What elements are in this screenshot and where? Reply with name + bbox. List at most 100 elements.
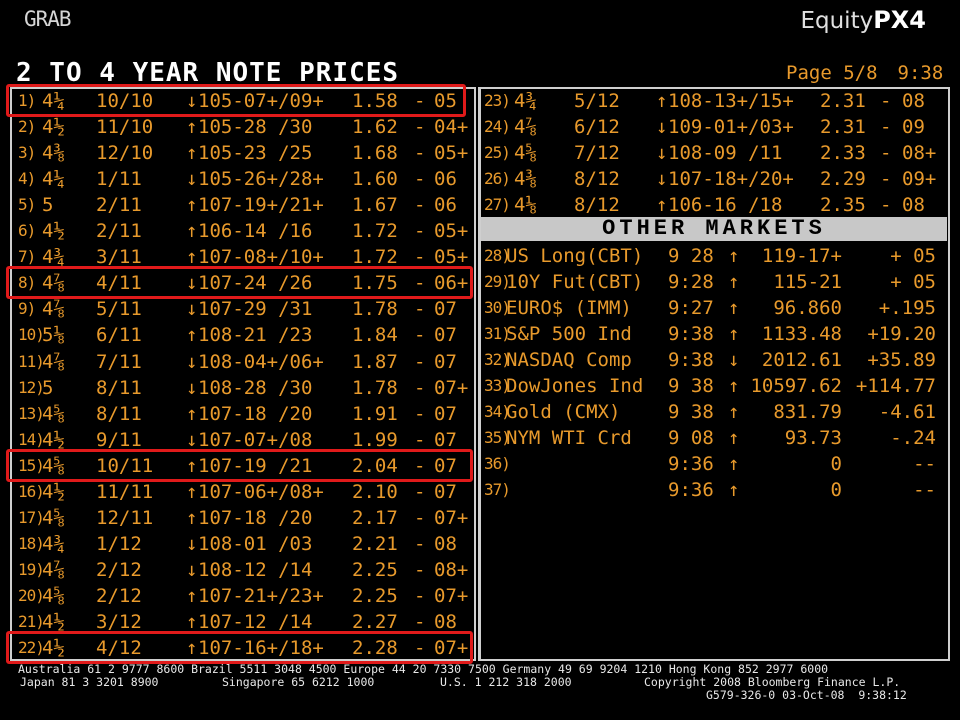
maturity-value: 5/12	[574, 90, 620, 112]
direction-arrow: ↓	[186, 350, 198, 373]
bid-ask-price: 109-01+/03+	[668, 116, 794, 139]
direction-arrow: ↓	[186, 376, 198, 399]
market-time: 9:36	[668, 453, 714, 476]
note-row[interactable]: 27) 4⅛ 8/12 ↑ 106-16 /18 2.35-08	[484, 192, 946, 218]
row-index: 18)	[18, 533, 45, 553]
note-row[interactable]: 4) 4¼ 1/11 ↓ 105-26+/28+ 1.60-06	[18, 166, 474, 192]
yield-value: 2.29	[820, 168, 866, 191]
yield-value: 1.60	[352, 168, 398, 191]
note-row[interactable]: 18) 4¾ 1/12 ↓ 108-01 /03 2.21-08	[18, 531, 474, 557]
market-name: NASDAQ Comp	[506, 349, 632, 372]
market-row[interactable]: 32) NASDAQ Comp 9:38 ↓ 2012.61 +35.89	[484, 347, 946, 373]
change-value: 07	[434, 480, 457, 503]
separator: -	[414, 194, 426, 217]
yield-value: 2.17	[352, 506, 398, 529]
row-index: 24)	[484, 117, 511, 137]
row-index: 37)	[484, 480, 511, 500]
change-value: 07	[434, 402, 457, 425]
bid-ask-price: 107-18 /20	[198, 506, 313, 529]
bid-ask-price: 108-12 /14	[198, 558, 313, 581]
yield-value: 1.62	[352, 116, 398, 139]
market-row[interactable]: 30) EURO$ (IMM) 9:27 ↑ 96.860 +.195	[484, 295, 946, 321]
yield-value: 1.67	[352, 194, 398, 217]
market-row[interactable]: 37) 9:36 ↑ 0 --	[484, 477, 946, 503]
separator: -	[880, 142, 892, 165]
note-row[interactable]: 12) 5 8/11 ↓ 108-28 /30 1.78-07+	[18, 375, 474, 401]
note-row[interactable]: 26) 4⅜ 8/12 ↓ 107-18+/20+ 2.29-09+	[484, 166, 946, 192]
maturity-value: 8/11	[96, 376, 142, 399]
footer: Australia 61 2 9777 8600 Brazil 5511 304…	[0, 662, 960, 720]
maturity-value: 1/12	[96, 532, 142, 555]
note-row[interactable]: 13) 4⅝ 8/11 ↑ 107-18 /20 1.91-07	[18, 401, 474, 427]
direction-arrow: ↑	[186, 324, 198, 347]
separator: -	[414, 402, 426, 425]
bid-ask-price: 107-06+/08+	[198, 480, 324, 503]
note-row[interactable]: 23) 4¾ 5/12 ↑ 108-13+/15+ 2.31-08	[484, 88, 946, 114]
market-value: 0	[830, 479, 842, 502]
market-row[interactable]: 34) Gold (CMX) 9 38 ↑ 831.79 -4.61	[484, 399, 946, 425]
change-value: 09+	[902, 168, 937, 191]
separator: -	[880, 116, 892, 139]
coupon-value: 4⅝	[42, 506, 65, 529]
market-name: EURO$ (IMM)	[506, 297, 632, 320]
market-row[interactable]: 29) 10Y Fut(CBT) 9:28 ↑ 115-21 + 05	[484, 269, 946, 295]
highlight-box	[6, 84, 466, 117]
screen-time: 9:38	[897, 62, 944, 84]
row-index: 17)	[18, 507, 45, 527]
separator: -	[414, 350, 426, 373]
footer-singapore: Singapore 65 6212 1000	[222, 675, 375, 689]
note-row[interactable]: 16) 4½ 11/11 ↑ 107-06+/08+ 2.10-07	[18, 479, 474, 505]
note-row[interactable]: 25) 4⅝ 7/12 ↓ 108-09 /11 2.33-08+	[484, 140, 946, 166]
direction-arrow: ↑	[186, 402, 198, 425]
market-value: 119-17+	[761, 245, 842, 267]
direction-arrow: ↑	[728, 271, 740, 294]
note-row[interactable]: 19) 4⅞ 2/12 ↓ 108-12 /14 2.25-08+	[18, 557, 474, 583]
market-row[interactable]: 31) S&P 500 Ind 9:38 ↑ 1133.48 +19.20	[484, 321, 946, 347]
note-row[interactable]: 20) 4⅝ 2/12 ↑ 107-21+/23+ 2.25-07+	[18, 583, 474, 609]
change-value: 08	[902, 90, 925, 112]
market-row[interactable]: 35) NYM WTI Crd 9 08 ↑ 93.73 -.24	[484, 425, 946, 451]
market-time: 9:38	[668, 323, 714, 346]
note-row[interactable]: 2) 4½ 11/10 ↑ 105-28 /30 1.62-04+	[18, 114, 474, 140]
change-value: 07+	[434, 376, 469, 399]
coupon-value: 4⅜	[42, 142, 65, 165]
direction-arrow: ↑	[728, 375, 740, 398]
change-value: 04+	[434, 116, 469, 139]
grab-label[interactable]: GRAB	[24, 7, 72, 31]
market-name: NYM WTI Crd	[506, 427, 632, 450]
yield-value: 2.31	[820, 116, 866, 139]
note-row[interactable]: 6) 4½ 2/11 ↑ 106-14 /16 1.72-05+	[18, 218, 474, 244]
note-row[interactable]: 5) 5 2/11 ↑ 107-19+/21+ 1.67-06	[18, 192, 474, 218]
market-time: 9 38	[668, 375, 714, 398]
note-row[interactable]: 10) 5⅛ 6/11 ↑ 108-21 /23 1.84-07	[18, 322, 474, 348]
market-time: 9:36	[668, 479, 714, 502]
brand-prefix: Equity	[800, 8, 874, 34]
direction-arrow: ↑	[186, 194, 198, 217]
market-row[interactable]: 33) DowJones Ind 9 38 ↑ 10597.62 +114.77	[484, 373, 946, 399]
market-row[interactable]: 28) US Long(CBT) 9 28 ↑ 119-17+ + 05	[484, 243, 946, 269]
market-row[interactable]: 36) 9:36 ↑ 0 --	[484, 451, 946, 477]
note-row[interactable]: 11) 4⅞ 7/11 ↓ 108-04+/06+ 1.87-07	[18, 349, 474, 375]
note-row[interactable]: 17) 4⅝ 12/11 ↑ 107-18 /20 2.17-07+	[18, 505, 474, 531]
note-row[interactable]: 9) 4⅞ 5/11 ↓ 107-29 /31 1.78-07	[18, 296, 474, 322]
bid-ask-price: 107-19+/21+	[198, 194, 324, 217]
direction-arrow: ↓	[186, 558, 198, 581]
row-index: 2)	[18, 117, 36, 137]
coupon-value: 4½	[42, 480, 65, 503]
note-row[interactable]: 3) 4⅜ 12/10 ↑ 105-23 /25 1.68-05+	[18, 140, 474, 166]
market-change: +.195	[878, 297, 936, 320]
coupon-value: 4¾	[514, 90, 537, 112]
maturity-value: 1/11	[96, 168, 142, 191]
footer-session: G579-326-0 03-Oct-08 9:38:12	[706, 688, 907, 702]
row-index: 19)	[18, 559, 45, 579]
change-value: 08	[902, 194, 925, 217]
coupon-value: 4½	[42, 116, 65, 139]
market-change: + 05	[890, 245, 936, 267]
maturity-value: 12/11	[96, 506, 154, 529]
note-row[interactable]: 24) 4⅞ 6/12 ↓ 109-01+/03+ 2.31-09	[484, 114, 946, 140]
yield-value: 2.33	[820, 142, 866, 165]
brand-label: EquityPX4	[800, 6, 926, 34]
direction-arrow: ↑	[728, 245, 740, 267]
direction-arrow: ↑	[728, 323, 740, 346]
row-index: 9)	[18, 299, 36, 319]
